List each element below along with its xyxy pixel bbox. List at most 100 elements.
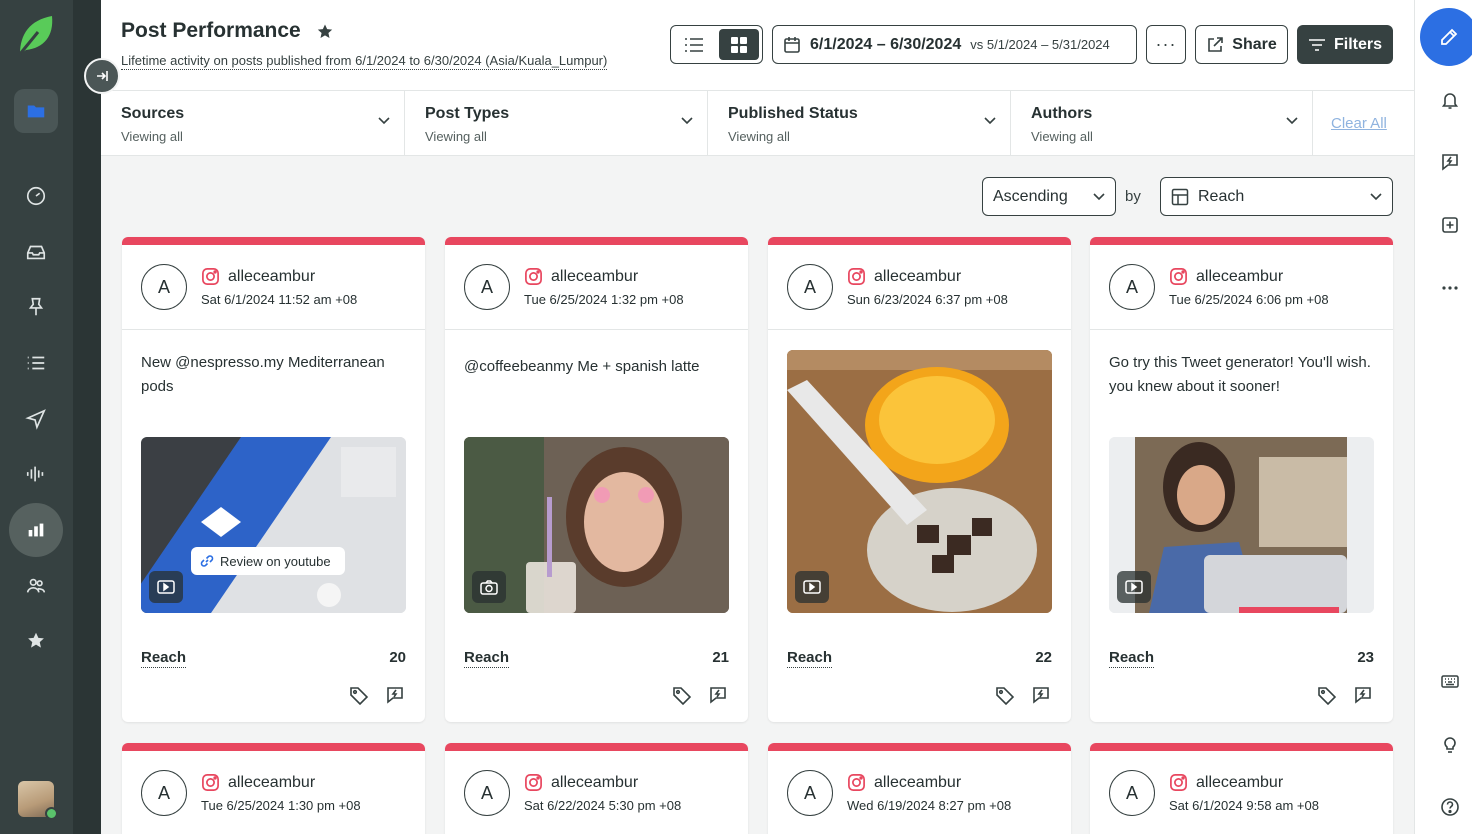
reports-bar-chart-icon[interactable]: [9, 503, 63, 557]
grid-view-button[interactable]: [718, 29, 759, 60]
card-header: A alleceambur Sat 6/1/2024 11:52 am +08: [122, 245, 425, 330]
post-username: alleceambur: [1196, 774, 1284, 791]
card-accent-bar: [768, 237, 1071, 245]
tag-icon[interactable]: [1317, 685, 1337, 705]
post-card[interactable]: A alleceambur Wed 6/19/2024 8:27 pm +08: [768, 743, 1071, 834]
post-text: New @nespresso.my Mediterranean pods: [141, 354, 385, 395]
favorite-star-icon[interactable]: [315, 22, 335, 42]
expand-sidebar-icon[interactable]: [84, 58, 120, 94]
author-avatar: A: [1109, 770, 1155, 816]
filters-label: Filters: [1333, 35, 1382, 53]
sprout-logo-icon[interactable]: [16, 14, 56, 58]
filter-authors[interactable]: Authors Viewing all: [1011, 91, 1313, 156]
post-media-image[interactable]: [464, 437, 729, 613]
calendar-icon: [784, 36, 800, 53]
metric-value: 22: [1035, 649, 1052, 666]
filter-sources-label: Sources: [121, 105, 185, 122]
feedback-message-icon[interactable]: [1437, 149, 1463, 175]
inbox-icon[interactable]: [14, 230, 58, 274]
instagram-icon: [525, 774, 542, 791]
post-card[interactable]: A alleceambur Tue 6/25/2024 1:32 pm +08 …: [445, 237, 748, 722]
tag-icon[interactable]: [995, 685, 1015, 705]
compose-pencil-icon: [1441, 28, 1458, 45]
sort-metric-select[interactable]: Reach: [1160, 177, 1393, 216]
post-media-image[interactable]: [787, 350, 1052, 613]
tag-icon[interactable]: [672, 685, 692, 705]
reply-comment-icon[interactable]: [385, 685, 405, 705]
reply-comment-icon[interactable]: [1031, 685, 1051, 705]
filter-published-status-value: Viewing all: [728, 129, 790, 144]
card-accent-bar: [1090, 237, 1393, 245]
instagram-icon: [1170, 268, 1187, 285]
instagram-icon: [202, 774, 219, 791]
filters-button[interactable]: Filters: [1297, 25, 1393, 64]
clear-all-link[interactable]: Clear All: [1331, 115, 1387, 132]
author-avatar: A: [1109, 264, 1155, 310]
people-icon[interactable]: [14, 564, 58, 608]
post-card[interactable]: A alleceambur Tue 6/25/2024 6:06 pm +08 …: [1090, 237, 1393, 722]
view-toggle: [670, 25, 763, 64]
filter-published-status[interactable]: Published Status Viewing all: [708, 91, 1011, 156]
reply-comment-icon[interactable]: [1353, 685, 1373, 705]
notifications-bell-icon[interactable]: [1437, 87, 1463, 113]
filter-post-types[interactable]: Post Types Viewing all: [405, 91, 708, 156]
instagram-icon: [848, 268, 865, 285]
post-card[interactable]: A alleceambur Tue 6/25/2024 1:30 pm +08: [122, 743, 425, 834]
pin-icon[interactable]: [14, 285, 58, 329]
compose-button[interactable]: [1420, 8, 1472, 66]
card-accent-bar: [768, 743, 1071, 751]
post-card[interactable]: A alleceambur Sat 6/1/2024 11:52 am +08 …: [122, 237, 425, 722]
post-date: Tue 6/25/2024 1:32 pm +08: [524, 292, 684, 307]
review-star-icon[interactable]: [14, 619, 58, 663]
filter-sources-value: Viewing all: [121, 129, 183, 144]
chevron-down-icon: [681, 117, 693, 125]
sort-by-label: by: [1125, 188, 1141, 205]
instagram-icon: [1170, 774, 1187, 791]
post-card[interactable]: A alleceambur Sun 6/23/2024 6:37 pm +08 …: [768, 237, 1071, 722]
filter-authors-label: Authors: [1031, 105, 1093, 122]
metric-value: 23: [1357, 649, 1374, 666]
post-media-image[interactable]: [1109, 437, 1374, 613]
folder-icon[interactable]: [14, 89, 58, 133]
card-accent-bar: [445, 743, 748, 751]
listening-waveform-icon[interactable]: [14, 452, 58, 496]
card-accent-bar: [122, 743, 425, 751]
tag-icon[interactable]: [349, 685, 369, 705]
more-horizontal-icon[interactable]: [1437, 275, 1463, 301]
chevron-down-icon: [984, 117, 996, 125]
sort-order-select[interactable]: Ascending: [982, 177, 1116, 216]
dashboard-gauge-icon[interactable]: [14, 174, 58, 218]
page-header: Post Performance Lifetime activity on po…: [101, 0, 1414, 90]
review-youtube-link[interactable]: Review on youtube: [191, 547, 345, 575]
post-text: Go try this Tweet generator! You'll wish…: [1109, 354, 1371, 395]
post-card[interactable]: A alleceambur Sat 6/22/2024 5:30 pm +08: [445, 743, 748, 834]
card-header: A alleceambur Sun 6/23/2024 6:37 pm +08: [768, 245, 1071, 330]
keyboard-icon[interactable]: [1437, 668, 1463, 694]
card-header: A alleceambur Tue 6/25/2024 1:32 pm +08: [445, 245, 748, 330]
help-question-icon[interactable]: [1437, 794, 1463, 820]
post-username: alleceambur: [874, 774, 962, 791]
post-media-image[interactable]: Review on youtube: [141, 437, 406, 613]
card-accent-bar: [1090, 743, 1393, 751]
share-button[interactable]: Share: [1195, 25, 1288, 64]
share-external-icon: [1208, 36, 1224, 52]
card-header: A alleceambur Tue 6/25/2024 1:30 pm +08: [122, 751, 425, 834]
list-icon[interactable]: [14, 341, 58, 385]
reply-comment-icon[interactable]: [708, 685, 728, 705]
filter-sources[interactable]: Sources Viewing all: [101, 91, 405, 156]
grid-view-icon: [730, 36, 747, 53]
post-card[interactable]: A alleceambur Sat 6/1/2024 9:58 am +08: [1090, 743, 1393, 834]
lightbulb-icon[interactable]: [1437, 731, 1463, 757]
metric-label: Reach: [141, 649, 187, 668]
metric-label: Reach: [787, 649, 833, 668]
list-view-button[interactable]: [674, 29, 715, 60]
date-range-text: 6/1/2024 – 6/30/2024: [810, 35, 962, 53]
add-square-icon[interactable]: [1437, 212, 1463, 238]
more-options-button[interactable]: ···: [1146, 25, 1186, 64]
author-avatar: A: [787, 264, 833, 310]
metric-value: 20: [389, 649, 406, 666]
chevron-down-icon: [378, 117, 390, 125]
right-rail: [1414, 0, 1472, 834]
date-range-picker[interactable]: 6/1/2024 – 6/30/2024 vs 5/1/2024 – 5/31/…: [772, 25, 1137, 64]
send-icon[interactable]: [14, 397, 58, 441]
